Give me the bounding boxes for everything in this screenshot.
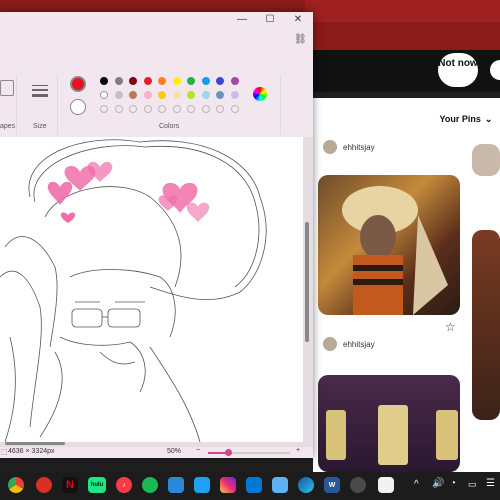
color-swatch[interactable] — [172, 91, 181, 99]
color-swatch[interactable] — [129, 77, 137, 85]
status-bar: ⬚ 4636 × 3324px 50% − + — [0, 447, 313, 458]
color-swatch[interactable] — [187, 77, 195, 85]
color-swatch[interactable] — [230, 105, 239, 113]
color-swatch[interactable] — [158, 91, 166, 99]
color-swatch[interactable] — [100, 91, 108, 99]
instagram-icon[interactable] — [220, 477, 236, 493]
email-icon[interactable] — [246, 477, 262, 493]
netflix-icon[interactable]: N — [62, 477, 78, 493]
zoom-level: 50% — [167, 448, 182, 455]
color-swatch[interactable] — [100, 105, 108, 113]
shapes-icon[interactable] — [0, 80, 14, 96]
color-swatch[interactable] — [230, 91, 239, 99]
colors-label: Colors — [159, 123, 180, 130]
word-icon[interactable]: W — [324, 477, 340, 493]
color-swatch[interactable] — [187, 91, 195, 99]
paint-ribbon: ⛓ apes Size Colors — [0, 30, 313, 138]
image-dimensions: 4636 × 3324px — [8, 448, 55, 455]
avatar — [323, 337, 337, 351]
canvas-area — [0, 137, 313, 447]
image-size-icon: ⬚ — [1, 449, 8, 456]
color-swatch[interactable] — [100, 77, 108, 85]
hulu-icon[interactable]: hulu — [88, 477, 106, 493]
star-icon[interactable]: ☆ — [445, 320, 456, 334]
browser-tab[interactable] — [305, 0, 500, 22]
not-now-button[interactable]: Not now — [438, 53, 478, 87]
color-swatch[interactable] — [129, 91, 137, 99]
color-swatch[interactable] — [172, 77, 181, 85]
color-swatch[interactable] — [201, 91, 210, 99]
color-swatch[interactable] — [201, 77, 210, 85]
edge-icon[interactable] — [298, 477, 314, 493]
your-pins-dropdown[interactable]: Your Pins ⌄ — [434, 108, 498, 130]
size-icon[interactable] — [32, 85, 48, 97]
pdf-icon[interactable] — [36, 477, 52, 493]
color-swatch[interactable] — [187, 105, 195, 113]
drawing-canvas[interactable] — [0, 137, 303, 442]
horizontal-scrollbar[interactable] — [5, 442, 65, 445]
color-swatch[interactable] — [230, 77, 239, 85]
color-swatch[interactable] — [216, 77, 224, 85]
color-swatch[interactable] — [158, 105, 166, 113]
paint-window: — ☐ ✕ ⛓ apes Size Colors ⬚ 4636 × 3324px… — [0, 12, 313, 458]
battery-icon[interactable]: ▭ — [468, 479, 477, 490]
avatar — [323, 140, 337, 154]
sketch-drawing — [0, 139, 267, 442]
color-swatch[interactable] — [129, 105, 137, 113]
shapes-label: apes — [0, 123, 16, 130]
pin-card[interactable] — [318, 175, 460, 315]
pin-image — [342, 186, 448, 315]
pin-card-partial[interactable] — [472, 230, 500, 420]
settings-icon[interactable] — [350, 477, 366, 493]
pin-image — [326, 405, 458, 465]
pin-username: ehhitsjay — [343, 142, 375, 152]
color-swatch[interactable] — [158, 77, 166, 85]
chevron-down-icon: ⌄ — [484, 113, 493, 124]
color-swatch[interactable] — [114, 105, 123, 113]
maximize-icon[interactable]: ☐ — [260, 14, 280, 25]
pin-card[interactable] — [318, 375, 460, 472]
pin-card-partial[interactable] — [472, 144, 500, 176]
color-swatch[interactable] — [172, 105, 181, 113]
chrome-icon[interactable] — [8, 477, 24, 493]
size-label: Size — [33, 123, 47, 130]
pin-username: ehhitsjay — [343, 339, 375, 349]
calendar-icon[interactable] — [168, 477, 184, 493]
pin-user-row[interactable]: ehhitsjay — [323, 337, 375, 351]
edit-colors-icon[interactable] — [253, 87, 267, 101]
photos-icon[interactable] — [272, 477, 288, 493]
secondary-color-swatch[interactable] — [70, 99, 86, 115]
notifications-icon[interactable]: ☰ — [486, 478, 495, 489]
taskbar: N hulu ♪ W ^ 🔊 ◔ ▭ ☰ — [0, 472, 500, 500]
pin-user-row[interactable]: ehhitsjay — [323, 140, 375, 154]
color-swatch[interactable] — [143, 77, 152, 85]
color-swatch[interactable] — [114, 77, 123, 85]
color-swatch[interactable] — [143, 91, 152, 99]
your-pins-label: Your Pins — [439, 114, 481, 124]
spotify-icon[interactable] — [142, 477, 158, 493]
network-icon[interactable]: ◔ — [450, 478, 456, 489]
vertical-scrollbar[interactable] — [305, 222, 309, 342]
close-icon[interactable]: ✕ — [288, 14, 308, 25]
minimize-icon[interactable]: — — [232, 14, 252, 25]
color-swatch[interactable] — [143, 105, 152, 113]
zoom-out-icon[interactable]: − — [196, 447, 200, 454]
twitter-icon[interactable] — [194, 477, 210, 493]
chevron-up-icon[interactable]: ^ — [414, 479, 419, 490]
color-swatch[interactable] — [216, 105, 224, 113]
itunes-icon[interactable]: ♪ — [116, 477, 132, 493]
paint-titlebar: — ☐ ✕ — [0, 12, 313, 30]
primary-color-swatch[interactable] — [70, 76, 86, 92]
zoom-in-icon[interactable]: + — [296, 447, 300, 454]
volume-icon[interactable]: 🔊 — [432, 478, 444, 489]
share-icon[interactable]: ⛓ — [294, 34, 307, 45]
color-swatch[interactable] — [114, 91, 123, 99]
color-swatch[interactable] — [201, 105, 210, 113]
color-swatch[interactable] — [216, 91, 224, 99]
zoom-slider[interactable] — [208, 449, 290, 456]
file-icon[interactable] — [378, 477, 394, 493]
